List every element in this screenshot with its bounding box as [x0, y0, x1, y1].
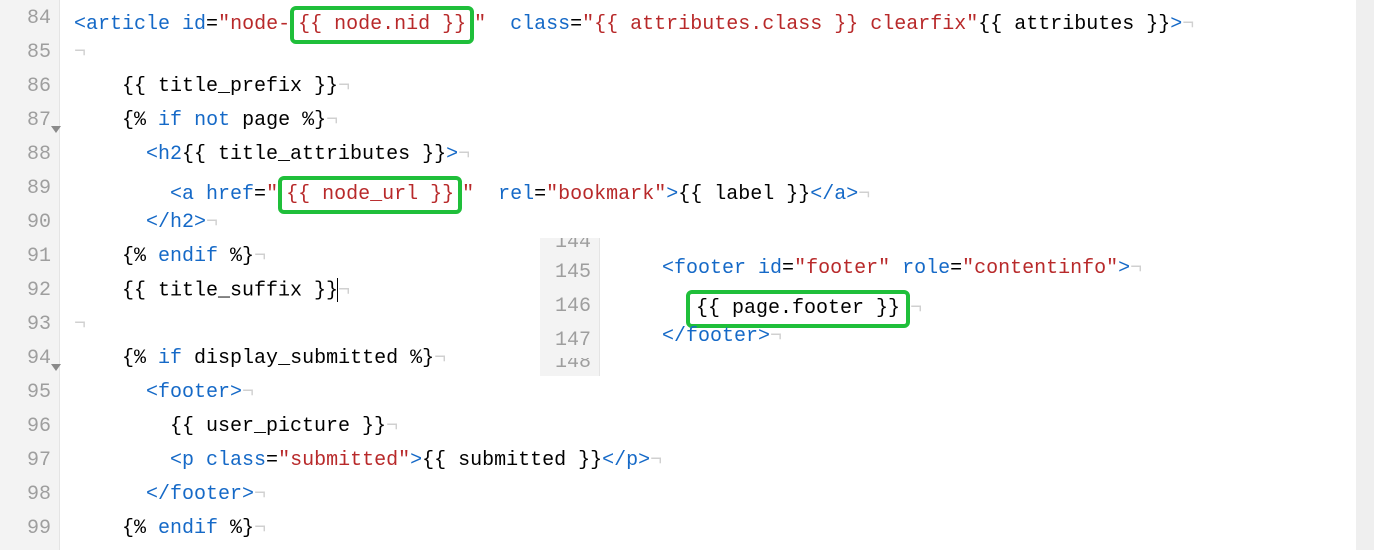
code-line[interactable]: </footer>¬ — [614, 324, 1142, 358]
snippet-code[interactable]: <footer id="footer" role="contentinfo">¬… — [600, 238, 1142, 376]
code-line[interactable]: <article id="node-{{ node.nid }}" class=… — [60, 2, 1374, 36]
code-line[interactable]: <p class="submitted">{{ submitted }}</p>… — [60, 444, 1374, 478]
code-line[interactable]: {{ title_prefix }}¬ — [60, 70, 1374, 104]
code-snippet-overlay: 144 145 146 147 148 <footer id="footer" … — [540, 238, 1142, 376]
line-number: 98 — [0, 478, 59, 512]
highlight-page-footer: {{ page.footer }} — [686, 290, 910, 328]
vertical-scrollbar[interactable] — [1356, 0, 1374, 550]
code-line[interactable]: </footer>¬ — [60, 478, 1374, 512]
code-line[interactable]: <footer id="footer" role="contentinfo">¬ — [614, 256, 1142, 290]
line-number: 146 — [540, 290, 599, 324]
line-number: 92 — [0, 274, 59, 308]
line-number: 89 — [0, 172, 59, 206]
line-number: 90 — [0, 206, 59, 240]
line-number: 145 — [540, 256, 599, 290]
code-line[interactable]: {{ page.footer }}¬ — [614, 290, 1142, 324]
code-line[interactable]: {% if not page %}¬ — [60, 104, 1374, 138]
line-number: 144 — [540, 238, 599, 256]
code-line[interactable]: {% endif %}¬ — [60, 512, 1374, 546]
line-number: 148 — [540, 358, 599, 376]
line-number: 85 — [0, 36, 59, 70]
line-gutter: 84 85 86 87 88 89 90 91 92 93 94 95 96 9… — [0, 0, 60, 550]
line-number: 93 — [0, 308, 59, 342]
code-line[interactable] — [614, 358, 1142, 376]
line-number: 94 — [0, 342, 59, 376]
line-number: 95 — [0, 376, 59, 410]
code-line[interactable]: <h2{{ title_attributes }}>¬ — [60, 138, 1374, 172]
line-number: 99 — [0, 512, 59, 546]
code-line[interactable]: <footer>¬ — [60, 376, 1374, 410]
line-number: 147 — [540, 324, 599, 358]
line-number: 86 — [0, 70, 59, 104]
line-number: 88 — [0, 138, 59, 172]
line-number: 91 — [0, 240, 59, 274]
line-number: 84 — [0, 2, 59, 36]
line-number: 97 — [0, 444, 59, 478]
code-line[interactable] — [614, 238, 1142, 256]
code-line[interactable]: <a href="{{ node_url }}" rel="bookmark">… — [60, 172, 1374, 206]
code-line[interactable]: ¬ — [60, 36, 1374, 70]
line-number: 96 — [0, 410, 59, 444]
code-line[interactable]: </h2>¬ — [60, 206, 1374, 240]
code-line[interactable]: {{ user_picture }}¬ — [60, 410, 1374, 444]
line-number: 87 — [0, 104, 59, 138]
snippet-gutter: 144 145 146 147 148 — [540, 238, 600, 376]
